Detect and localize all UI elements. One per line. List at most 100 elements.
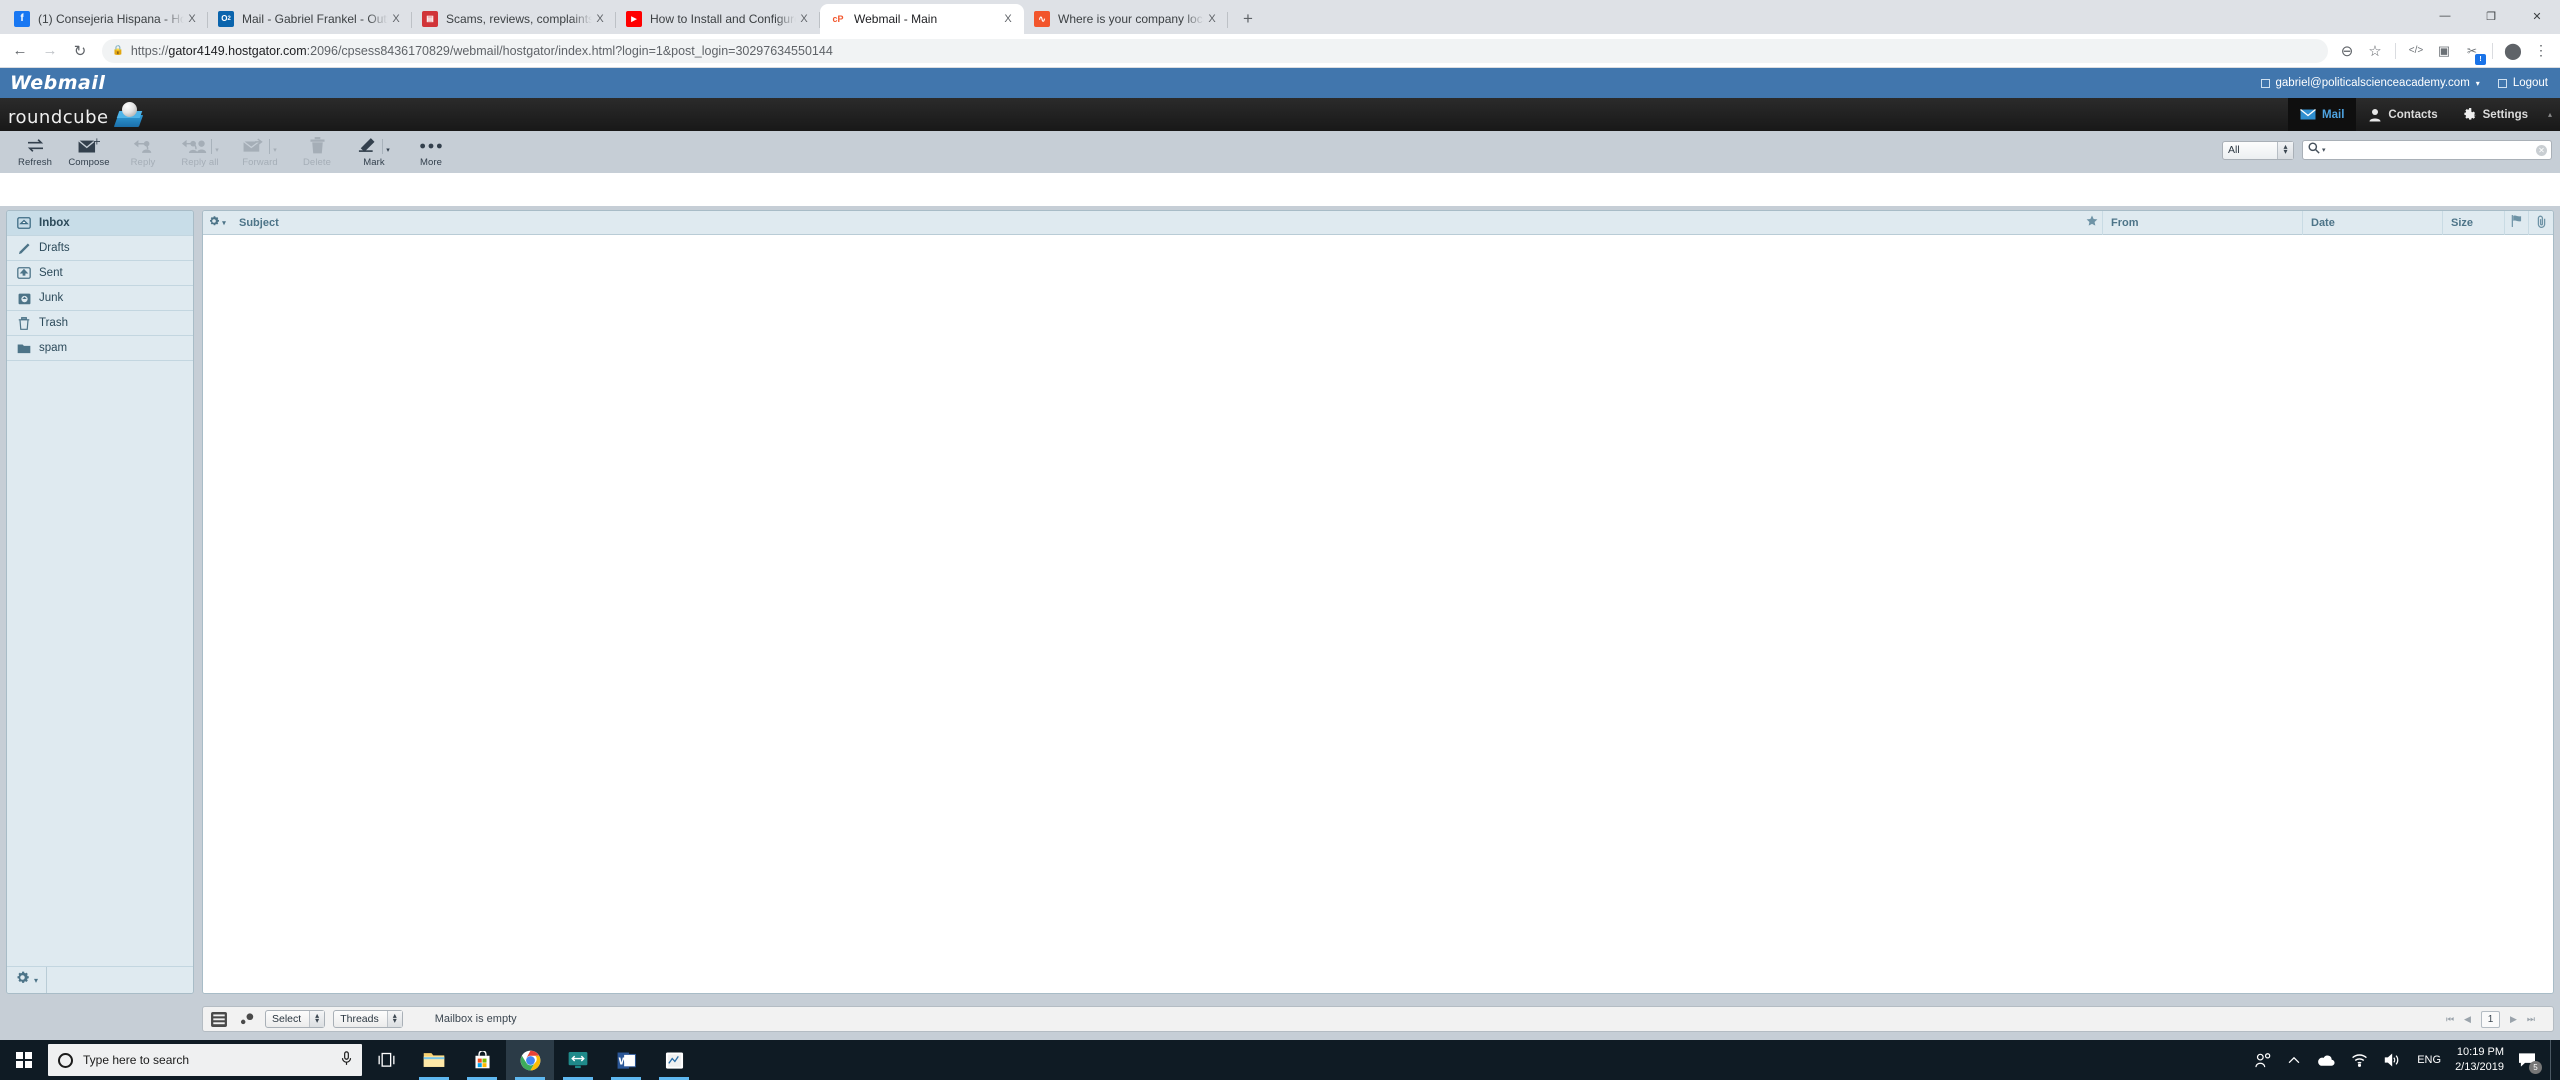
search-input[interactable]: ▾ ✕ <box>2302 140 2552 160</box>
mark-glyph-row: ▾ <box>358 137 390 154</box>
tab-mail[interactable]: Mail <box>2288 98 2357 131</box>
mark-button[interactable]: ▾ Mark <box>344 134 404 168</box>
compose-button[interactable]: + Compose <box>62 134 116 169</box>
list-view-icon[interactable] <box>209 1010 229 1028</box>
tab-contacts[interactable]: Contacts <box>2356 98 2449 131</box>
tab-close-button[interactable]: X <box>1204 11 1220 27</box>
clipper-extension-icon[interactable]: ✂ ! <box>2459 38 2486 65</box>
editor-app-icon[interactable] <box>650 1040 698 1080</box>
message-list-body[interactable] <box>203 235 2553 993</box>
tab-close-button[interactable]: X <box>592 11 608 27</box>
reply-button[interactable]: Reply <box>116 134 170 168</box>
tab-close-button[interactable]: X <box>184 11 200 27</box>
gear-icon <box>2462 107 2477 122</box>
column-header-attachment[interactable] <box>2529 211 2553 235</box>
notifications-icon[interactable]: 5 <box>2514 1040 2546 1080</box>
volume-icon[interactable] <box>2376 1040 2409 1080</box>
microphone-icon[interactable] <box>341 1051 352 1069</box>
sidebar-item-drafts[interactable]: Drafts <box>7 236 193 261</box>
reply-all-button[interactable]: ▾ Reply all <box>170 134 230 168</box>
account-menu[interactable]: gabriel@politicalscienceacademy.com ▾ <box>2260 77 2480 89</box>
column-header-star[interactable] <box>2081 211 2103 235</box>
back-button[interactable]: ← <box>6 37 34 65</box>
tab-close-button[interactable]: X <box>1000 11 1016 27</box>
browser-tab-1[interactable]: f (1) Consejeria Hispana - Home X <box>4 4 208 34</box>
threads-dropdown[interactable]: Threads ▴ ▾ <box>333 1010 403 1028</box>
sidebar-item-spam[interactable]: spam <box>7 336 193 361</box>
delete-button[interactable]: Delete <box>290 134 344 168</box>
sidebar-item-junk[interactable]: Junk <box>7 286 193 311</box>
chrome-menu-icon[interactable]: ⋮ <box>2528 38 2554 64</box>
column-header-size[interactable]: Size <box>2443 211 2505 235</box>
search-scope-select[interactable]: All ▴ ▾ <box>2222 140 2294 160</box>
forward-button[interactable]: → <box>36 37 64 65</box>
refresh-button[interactable]: Refresh <box>8 134 62 168</box>
bookmark-star-icon[interactable]: ☆ <box>2362 38 2388 64</box>
start-button[interactable] <box>0 1040 48 1080</box>
sidebar-item-inbox[interactable]: Inbox <box>7 211 193 236</box>
reload-button[interactable]: ↻ <box>66 37 94 65</box>
select-dropdown[interactable]: Select ▴ ▾ <box>265 1010 326 1028</box>
google-chrome-icon[interactable] <box>506 1040 554 1080</box>
microsoft-word-icon[interactable]: W <box>602 1040 650 1080</box>
tab-close-button[interactable]: X <box>796 11 812 27</box>
list-options-button[interactable]: ▾ <box>203 211 231 235</box>
minimize-button[interactable]: — <box>2422 0 2468 32</box>
select-label: Select <box>272 1013 302 1025</box>
task-view-icon[interactable] <box>362 1040 410 1080</box>
maximize-button[interactable]: ❐ <box>2468 0 2514 32</box>
teal-app-icon[interactable] <box>554 1040 602 1080</box>
tab-settings[interactable]: Settings <box>2450 98 2540 131</box>
search-caret-icon[interactable]: ▾ <box>2322 146 2326 154</box>
browser-tab-2[interactable]: O2 Mail - Gabriel Frankel - Outlook X <box>208 4 412 34</box>
prev-page-button[interactable]: ◀ <box>2464 1014 2471 1025</box>
sidebar-item-label: Inbox <box>39 217 70 229</box>
wifi-icon[interactable] <box>2343 1040 2376 1080</box>
cortana-circle-icon <box>58 1052 73 1068</box>
taskbar-search-input[interactable]: Type here to search <box>48 1044 362 1076</box>
browser-tab-5-active[interactable]: cP Webmail - Main X <box>820 4 1024 34</box>
thread-view-icon[interactable] <box>237 1010 257 1028</box>
column-header-date[interactable]: Date <box>2303 211 2443 235</box>
people-icon[interactable] <box>2247 1040 2280 1080</box>
microsoft-store-icon[interactable] <box>458 1040 506 1080</box>
capsule-extension-icon[interactable]: ▣ <box>2431 38 2457 64</box>
nav-collapse-button[interactable]: ▴ <box>2540 98 2560 131</box>
language-indicator[interactable]: ENG <box>2409 1040 2449 1080</box>
page-number-input[interactable]: 1 <box>2480 1010 2500 1028</box>
column-header-subject[interactable]: Subject <box>231 211 2081 235</box>
column-header-from[interactable]: From <box>2103 211 2303 235</box>
file-explorer-icon[interactable] <box>410 1040 458 1080</box>
clear-icon[interactable]: ✕ <box>2536 144 2547 156</box>
chevron-down-icon[interactable]: ▾ <box>382 139 390 154</box>
tab-close-button[interactable]: X <box>388 11 404 27</box>
clock[interactable]: 10:19 PM 2/13/2019 <box>2449 1045 2514 1075</box>
url-host: gator4149.hostgator.com <box>168 43 307 58</box>
show-hidden-icons-chevron[interactable] <box>2280 1040 2308 1080</box>
address-bar[interactable]: 🔒 https:// gator4149.hostgator.com :2096… <box>102 38 2328 63</box>
browser-tab-4[interactable]: ▶ How to Install and Configure zeb X <box>616 4 820 34</box>
zoom-out-icon[interactable]: ⊖ <box>2334 38 2360 64</box>
more-button[interactable]: More <box>404 134 458 168</box>
close-window-button[interactable]: ✕ <box>2514 0 2560 32</box>
logout-button[interactable]: Logout <box>2497 77 2548 89</box>
forward-button[interactable]: ▾ Forward <box>230 134 290 168</box>
browser-tab-6[interactable]: ∿ Where is your company located? X <box>1024 4 1228 34</box>
code-extension-icon[interactable]: </> <box>2403 38 2429 64</box>
show-desktop-button[interactable] <box>2550 1040 2556 1080</box>
search-left: ▾ <box>2308 141 2326 159</box>
sidebar-item-sent[interactable]: Sent <box>7 261 193 286</box>
clock-time: 10:19 PM <box>2456 1046 2504 1059</box>
chevron-down-icon[interactable]: ▾ <box>269 139 277 154</box>
folder-options-button[interactable]: ▾ <box>15 966 48 993</box>
first-page-button[interactable]: ⏮ <box>2446 1014 2454 1025</box>
chevron-down-icon[interactable]: ▾ <box>211 139 219 154</box>
last-page-button[interactable]: ⏭ <box>2527 1014 2535 1025</box>
profile-avatar-icon[interactable]: ⬤ <box>2500 38 2526 64</box>
browser-tab-3[interactable]: ▤ Scams, reviews, complaints, laws X <box>412 4 616 34</box>
column-header-flag[interactable] <box>2505 211 2529 235</box>
new-tab-button[interactable]: + <box>1234 5 1262 33</box>
sidebar-item-trash[interactable]: Trash <box>7 311 193 336</box>
onedrive-icon[interactable] <box>2308 1040 2343 1080</box>
next-page-button[interactable]: ▶ <box>2510 1014 2517 1025</box>
